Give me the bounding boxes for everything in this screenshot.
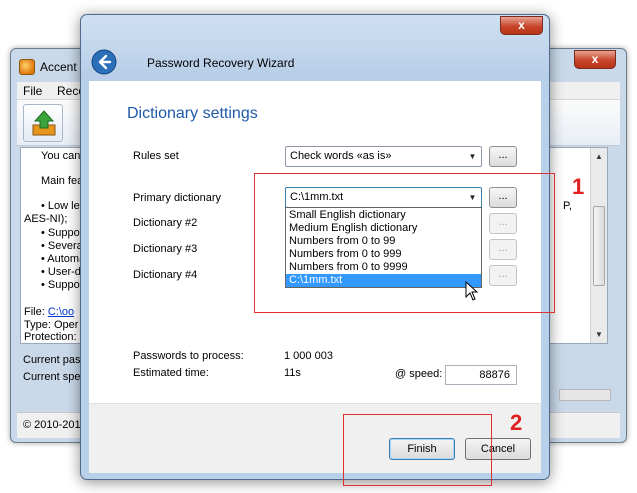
protection-line: Protection: <box>24 331 77 343</box>
info-line: AES-NI); <box>24 213 68 225</box>
file-path-link[interactable]: C:\oo <box>48 306 74 318</box>
annotation-box-1 <box>254 173 555 313</box>
open-arrow-icon <box>32 110 56 136</box>
type-line: Type: Oper <box>24 319 79 331</box>
annotation-box-2 <box>343 414 492 486</box>
rules-set-select[interactable]: Check words «as is» ▼ <box>285 146 482 167</box>
rules-set-value: Check words «as is» <box>290 150 392 162</box>
scroll-up-icon[interactable]: ▲ <box>595 152 603 161</box>
speed-label: @ speed: <box>395 368 443 380</box>
back-arrow-icon <box>91 49 117 75</box>
page-title: Dictionary settings <box>127 105 258 122</box>
app-logo-icon <box>19 59 35 75</box>
chevron-down-icon: ▼ <box>468 152 477 161</box>
speed-field[interactable]: 88876 <box>445 365 517 385</box>
estimated-time-value: 11s <box>284 367 301 379</box>
back-button[interactable] <box>91 49 117 75</box>
file-line: File: C:\oo <box>24 306 74 318</box>
wizard-title: Password Recovery Wizard <box>147 56 295 70</box>
menu-file[interactable]: File <box>23 84 42 98</box>
open-file-button[interactable] <box>23 104 63 142</box>
copyright-text: © 2010-201 <box>23 419 81 431</box>
dictionary-4-label: Dictionary #4 <box>133 269 198 281</box>
primary-dictionary-label: Primary dictionary <box>133 192 222 204</box>
current-password-status: Current pas <box>23 354 81 366</box>
current-speed-status: Current spe <box>23 371 81 383</box>
file-label: File: <box>24 306 45 318</box>
info-line: • Several <box>41 240 86 252</box>
passwords-to-process-value: 1 000 003 <box>284 350 333 362</box>
rules-browse-button[interactable]: ... <box>489 146 517 167</box>
info-right-fragment: P, <box>563 200 572 212</box>
annotation-number-2: 2 <box>510 410 523 435</box>
scroll-thumb[interactable] <box>593 206 605 286</box>
passwords-to-process-label: Passwords to process: <box>133 350 244 362</box>
scroll-down-icon[interactable]: ▼ <box>595 330 603 339</box>
estimated-time-label: Estimated time: <box>133 367 209 379</box>
dictionary-2-label: Dictionary #2 <box>133 217 198 229</box>
wizard-close-button[interactable]: x <box>500 16 543 35</box>
dictionary-3-label: Dictionary #3 <box>133 243 198 255</box>
rules-set-label: Rules set <box>133 150 179 162</box>
annotation-number-1: 1 <box>572 174 585 199</box>
progress-bar <box>559 389 611 401</box>
info-scrollbar[interactable]: ▲ ▼ <box>590 148 607 343</box>
background-close-button[interactable]: x <box>574 50 616 69</box>
wizard-titlebar: x Password Recovery Wizard <box>81 15 549 81</box>
